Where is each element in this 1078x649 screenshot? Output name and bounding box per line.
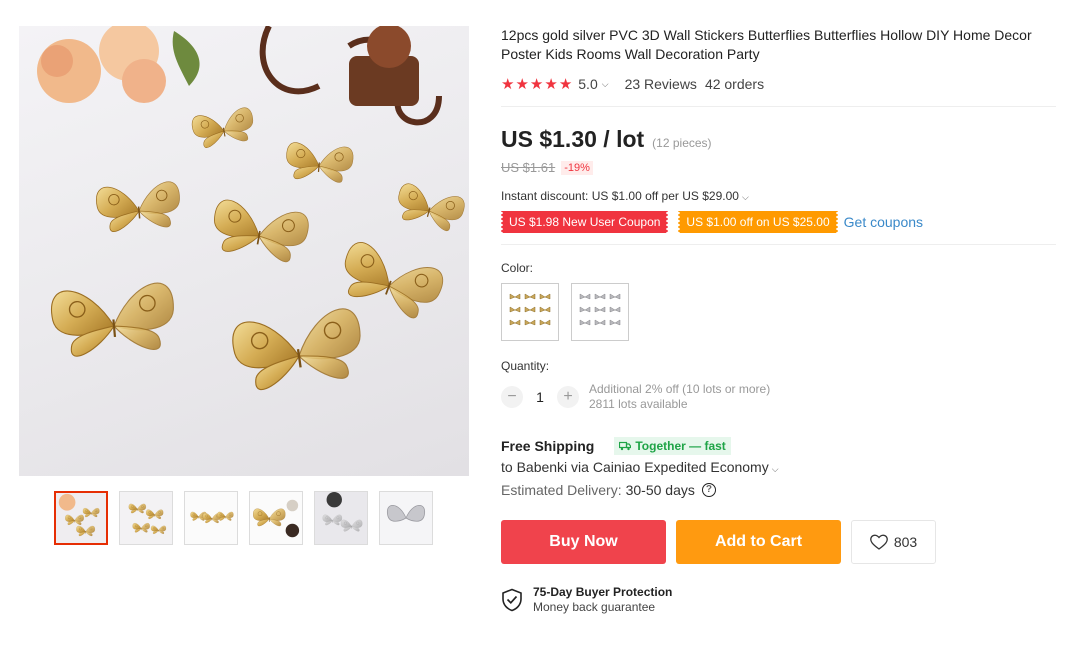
- star-icon: ★: [558, 75, 573, 93]
- main-product-image[interactable]: [19, 26, 469, 476]
- color-swatch-silver[interactable]: [571, 283, 629, 341]
- wishlist-button[interactable]: 803: [851, 520, 936, 564]
- chevron-down-icon[interactable]: ⌵: [602, 79, 609, 90]
- thumbnail-4[interactable]: [249, 491, 303, 545]
- quantity-stepper: − 1 + Additional 2% off (10 lots or more…: [501, 382, 1056, 412]
- truck-icon: [619, 441, 632, 451]
- star-icon: ★: [544, 75, 558, 93]
- quantity-minus-button[interactable]: −: [501, 386, 523, 408]
- store-coupon[interactable]: US $1.00 off on US $25.00: [677, 211, 839, 233]
- price-row: US $1.30 / lot (12 pieces): [501, 126, 1056, 153]
- thumbnail-2[interactable]: [119, 491, 173, 545]
- estimated-delivery-days: 30-50 days: [625, 482, 695, 498]
- quantity-label: Quantity:: [501, 359, 550, 373]
- estimated-delivery: Estimated Delivery: 30-50 days ?: [501, 482, 1056, 498]
- reviews-link[interactable]: 23 Reviews: [625, 76, 697, 92]
- together-badge-text: Together — fast: [635, 439, 726, 453]
- star-icon: ★: [501, 75, 515, 93]
- original-price: US $1.61: [501, 160, 556, 175]
- action-buttons: Buy Now Add to Cart 803: [501, 520, 1056, 564]
- buyer-protection: 75-Day Buyer Protection Money back guara…: [501, 585, 1056, 614]
- stock-available: 2811 lots available: [589, 397, 688, 411]
- free-shipping-label: Free Shipping: [501, 438, 595, 454]
- thumbnail-1[interactable]: [54, 491, 108, 545]
- heart-icon: [869, 534, 888, 550]
- instant-discount-text: Instant discount: US $1.00 off per US $2…: [501, 189, 739, 203]
- discount-badge: -19%: [561, 160, 593, 175]
- thumbnail-strip: [54, 491, 433, 545]
- divider: [501, 244, 1056, 245]
- together-fast-badge: Together — fast: [614, 437, 731, 455]
- shield-check-icon: [502, 588, 522, 611]
- chevron-down-icon: ⌵: [771, 464, 779, 474]
- thumbnail-5[interactable]: [314, 491, 368, 545]
- star-rating: ★ ★ ★ ★ ★: [501, 77, 572, 92]
- shipping-destination-text: to Babenki via Cainiao Expedited Economy: [501, 459, 769, 475]
- bulk-discount-note: Additional 2% off (10 lots or more): [589, 382, 771, 396]
- divider: [501, 106, 1056, 107]
- current-price: US $1.30 / lot: [501, 126, 645, 152]
- coupon-row: US $1.98 New User Coupon US $1.00 off on…: [499, 211, 1056, 233]
- rating-value[interactable]: 5.0: [578, 76, 597, 92]
- instant-discount[interactable]: Instant discount: US $1.00 off per US $2…: [501, 189, 1056, 203]
- butterflies-photo: [37, 26, 468, 394]
- star-icon: ★: [515, 75, 529, 93]
- help-icon[interactable]: ?: [701, 483, 716, 497]
- get-coupons-link[interactable]: Get coupons: [844, 214, 923, 230]
- thumbnail-6[interactable]: [379, 491, 433, 545]
- product-title: 12pcs gold silver PVC 3D Wall Stickers B…: [501, 27, 1032, 62]
- shipping-row: Free Shipping Together — fast: [501, 437, 1056, 455]
- chevron-down-icon: ⌵: [741, 192, 749, 202]
- wishlist-count: 803: [893, 534, 918, 550]
- thumbnail-3[interactable]: [184, 491, 238, 545]
- star-icon: ★: [529, 75, 544, 93]
- original-price-row: US $1.61 -19%: [501, 160, 1056, 175]
- pieces-per-lot: (12 pieces): [652, 136, 712, 150]
- color-swatches: [501, 283, 1056, 341]
- quantity-info: Additional 2% off (10 lots or more) 2811…: [589, 382, 770, 412]
- orders-count: 42 orders: [704, 76, 765, 92]
- buyer-protection-subtitle: Money back guarantee: [533, 600, 656, 614]
- buy-now-button[interactable]: Buy Now: [501, 520, 666, 564]
- product-info-panel: 12pcs gold silver PVC 3D Wall Stickers B…: [499, 26, 1056, 614]
- color-swatch-gold[interactable]: [501, 283, 559, 341]
- rating-row: ★ ★ ★ ★ ★ 5.0 ⌵ 23 Reviews 42 orders: [501, 75, 1056, 93]
- quantity-input[interactable]: 1: [523, 389, 557, 405]
- quantity-plus-button[interactable]: +: [557, 386, 579, 408]
- estimated-delivery-label: Estimated Delivery:: [501, 482, 622, 498]
- color-label: Color:: [501, 261, 534, 275]
- new-user-coupon[interactable]: US $1.98 New User Coupon: [499, 211, 670, 233]
- buyer-protection-text: 75-Day Buyer Protection Money back guara…: [533, 585, 672, 614]
- shipping-destination[interactable]: to Babenki via Cainiao Expedited Economy…: [501, 459, 1056, 475]
- buyer-protection-title: 75-Day Buyer Protection: [533, 585, 673, 599]
- add-to-cart-button[interactable]: Add to Cart: [676, 520, 841, 564]
